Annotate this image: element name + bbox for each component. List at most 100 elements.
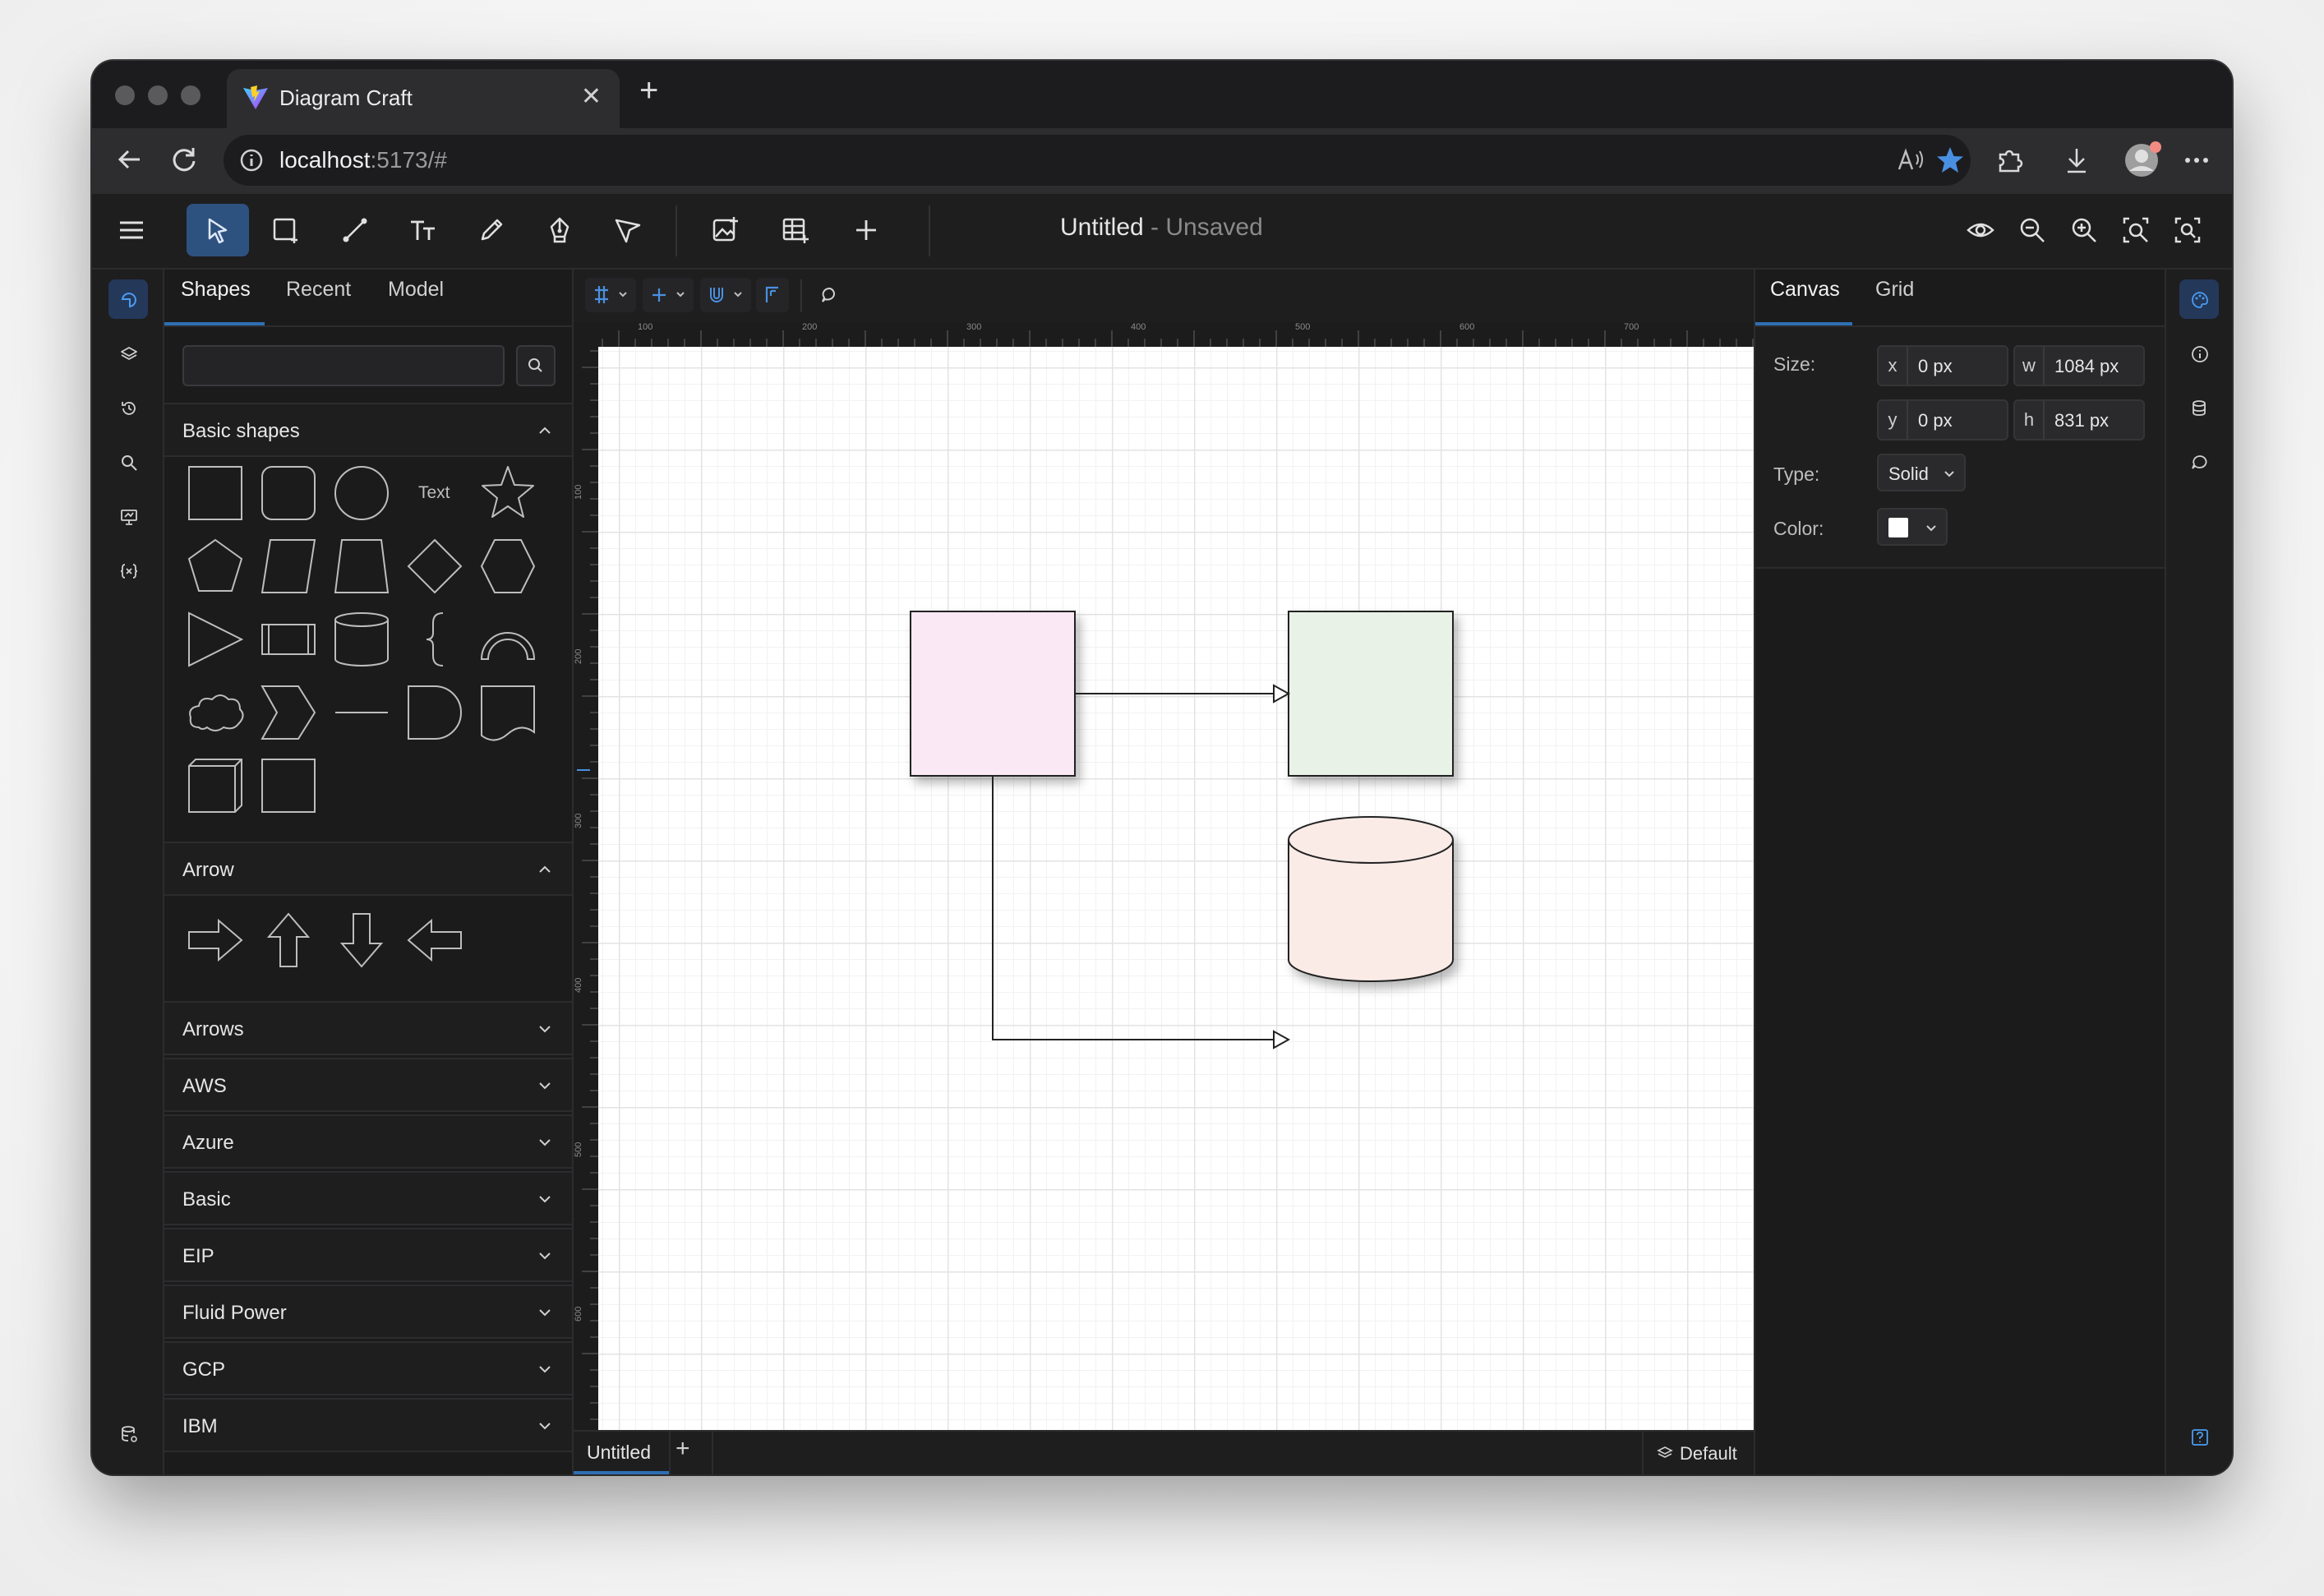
diagram-canvas[interactable] <box>598 347 1754 1430</box>
library-section-azure[interactable]: Azure <box>164 1114 572 1169</box>
shape-arrow-up[interactable] <box>256 907 321 973</box>
new-tab-icon[interactable]: + <box>639 72 658 109</box>
canvas-height-field[interactable]: h 831 px <box>2013 399 2145 441</box>
library-section-eip[interactable]: EIP <box>164 1228 572 1282</box>
comments-panel-button[interactable] <box>2179 442 2219 482</box>
back-icon[interactable] <box>113 143 146 180</box>
insert-image-button[interactable] <box>694 204 757 256</box>
shape-text[interactable]: Text <box>402 460 468 526</box>
shape-triangle[interactable] <box>182 607 248 672</box>
canvas-x-field[interactable]: x 0 px <box>1877 345 2008 386</box>
rectangle-tool-button[interactable] <box>255 204 317 256</box>
shape-cube[interactable] <box>182 753 248 819</box>
data-props-panel-button[interactable] <box>2179 388 2219 427</box>
insert-more-button[interactable] <box>835 204 897 256</box>
active-layer-selector[interactable]: Default <box>1644 1432 1754 1474</box>
library-section-basic[interactable]: Basic <box>164 1171 572 1225</box>
shape-delay[interactable] <box>402 680 468 745</box>
tab-model[interactable]: Model <box>388 278 444 302</box>
shape-cylinder[interactable] <box>329 607 394 672</box>
shape-container[interactable] <box>256 753 321 819</box>
maximize-window-dot[interactable] <box>181 85 201 105</box>
shape-arrow-down[interactable] <box>329 907 394 973</box>
site-info-icon[interactable] <box>238 147 265 178</box>
arrow-section-header[interactable]: Arrow <box>164 842 572 896</box>
extensions-icon[interactable] <box>1994 145 2025 180</box>
library-section-fluid-power[interactable]: Fluid Power <box>164 1285 572 1339</box>
shape-search-input[interactable] <box>182 345 505 386</box>
shape-arrow-left[interactable] <box>402 907 468 973</box>
canvas-width-field[interactable]: w 1084 px <box>2013 345 2145 386</box>
snap-points-button[interactable] <box>643 278 694 312</box>
magnet-snap-button[interactable] <box>700 278 751 312</box>
tab-grid[interactable]: Grid <box>1875 278 1914 302</box>
search-panel-button[interactable] <box>108 442 148 482</box>
canvas-y-field[interactable]: y 0 px <box>1877 399 2008 441</box>
diagram-edge-pink-to-green[interactable] <box>1075 684 1291 703</box>
diagram-node-cylinder[interactable] <box>1288 816 1454 982</box>
browser-menu-icon[interactable] <box>2181 145 2212 180</box>
shape-cloud[interactable] <box>182 680 248 745</box>
page-tab-untitled[interactable]: Untitled <box>574 1432 669 1474</box>
diagram-node-green-box[interactable] <box>1288 611 1454 777</box>
main-menu-button[interactable] <box>100 204 163 256</box>
layers-panel-button[interactable] <box>108 334 148 373</box>
guides-button[interactable] <box>756 278 789 312</box>
tab-canvas[interactable]: Canvas <box>1770 278 1840 302</box>
add-page-icon[interactable]: + <box>676 1435 690 1463</box>
tab-shapes[interactable]: Shapes <box>181 278 251 302</box>
shapes-panel-button[interactable] <box>108 279 148 319</box>
diagram-edge-pink-to-cylinder[interactable] <box>992 776 1291 1049</box>
close-tab-icon[interactable]: ✕ <box>581 82 602 111</box>
style-panel-button[interactable] <box>2179 279 2219 319</box>
browser-tab[interactable]: Diagram Craft ✕ <box>227 69 620 128</box>
zoom-to-fit-button[interactable] <box>2156 204 2219 256</box>
shape-rectangle[interactable] <box>182 460 248 526</box>
document-title[interactable]: Untitled - Unsaved <box>1060 214 1263 242</box>
reload-icon[interactable] <box>168 143 201 180</box>
read-aloud-icon[interactable] <box>1897 146 1926 178</box>
node-tool-button[interactable] <box>597 204 659 256</box>
shape-chevron[interactable] <box>256 680 321 745</box>
pen-tool-button[interactable] <box>528 204 591 256</box>
shape-document[interactable] <box>475 680 541 745</box>
shape-line[interactable] <box>329 680 394 745</box>
address-bar[interactable]: localhost:5173/# <box>224 135 1971 186</box>
minimize-window-dot[interactable] <box>148 85 168 105</box>
shape-hexagon[interactable] <box>475 533 541 599</box>
basic-shapes-section-header[interactable]: Basic shapes <box>164 403 572 457</box>
favorite-star-icon[interactable] <box>1934 145 1966 180</box>
history-panel-button[interactable] <box>108 388 148 427</box>
shape-rounded-rectangle[interactable] <box>256 460 321 526</box>
diagram-node-pink-box[interactable] <box>910 611 1076 777</box>
tab-recent[interactable]: Recent <box>286 278 351 302</box>
shape-curly-brace[interactable] <box>402 607 468 672</box>
variables-panel-button[interactable] <box>108 551 148 590</box>
downloads-icon[interactable] <box>2061 145 2092 180</box>
library-section-arrows[interactable]: Arrows <box>164 1001 572 1055</box>
shape-arc[interactable] <box>475 607 541 672</box>
edge-tool-button[interactable] <box>324 204 386 256</box>
presentation-panel-button[interactable] <box>108 496 148 536</box>
comment-button[interactable] <box>812 278 848 312</box>
help-button[interactable] <box>2179 1417 2219 1456</box>
text-tool-button[interactable] <box>392 204 454 256</box>
shape-process[interactable] <box>256 607 321 672</box>
shape-arrow-right[interactable] <box>182 907 248 973</box>
select-tool-button[interactable] <box>187 204 249 256</box>
freehand-tool-button[interactable] <box>460 204 523 256</box>
shape-pentagon[interactable] <box>182 533 248 599</box>
shape-search-button[interactable] <box>516 345 556 386</box>
shape-parallelogram[interactable] <box>256 533 321 599</box>
shape-circle[interactable] <box>329 460 394 526</box>
background-color-picker[interactable] <box>1877 508 1948 546</box>
shape-star[interactable] <box>475 460 541 526</box>
profile-avatar[interactable] <box>2122 140 2163 185</box>
shape-trapezoid[interactable] <box>329 533 394 599</box>
insert-table-button[interactable] <box>764 204 827 256</box>
close-window-dot[interactable] <box>115 85 135 105</box>
shape-diamond[interactable] <box>402 533 468 599</box>
background-type-select[interactable]: Solid <box>1877 454 1966 491</box>
grid-snap-button[interactable] <box>585 278 636 312</box>
data-panel-button[interactable] <box>108 1414 148 1453</box>
